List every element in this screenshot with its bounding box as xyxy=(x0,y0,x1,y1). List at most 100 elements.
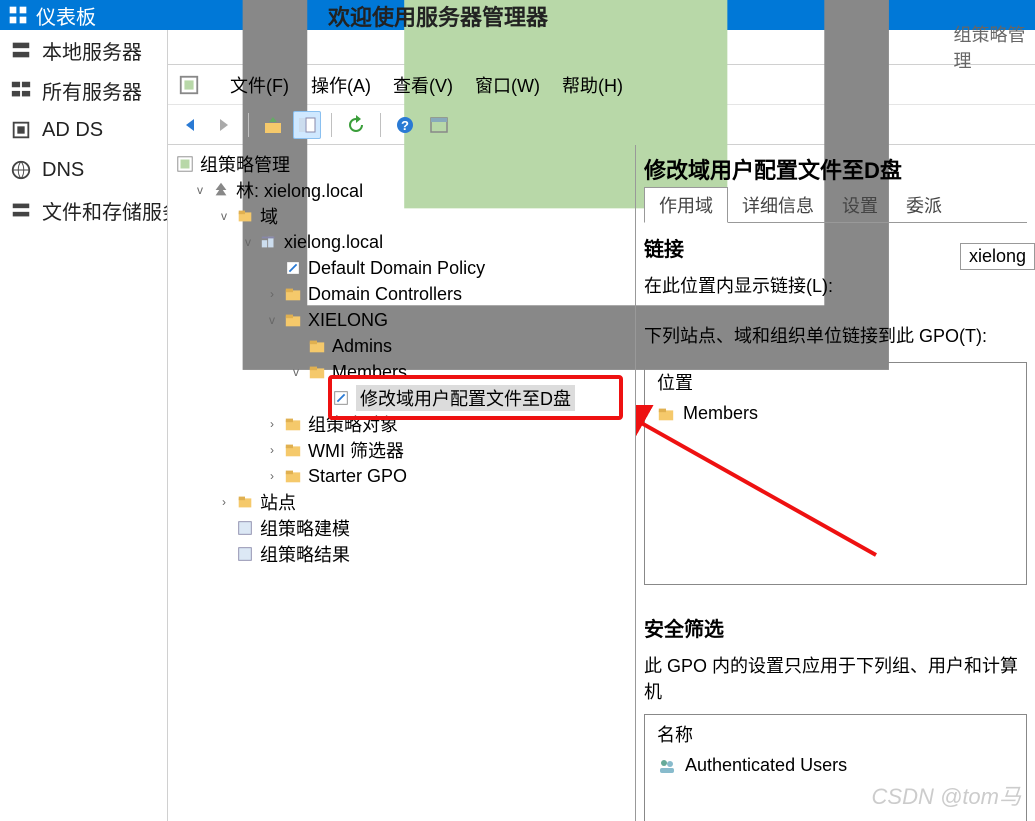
tree-ou-xielong[interactable]: XIELONG xyxy=(308,310,388,331)
ou-icon xyxy=(308,337,326,355)
tree-ou-admins[interactable]: Admins xyxy=(332,336,392,357)
tab-scope[interactable]: 作用域 xyxy=(644,187,728,223)
refresh-icon xyxy=(346,115,366,135)
nav-item-dns[interactable]: DNS xyxy=(0,150,167,190)
spacer xyxy=(288,338,304,354)
window-button[interactable] xyxy=(425,111,453,139)
name-list[interactable]: 名称 Authenticated Users xyxy=(644,714,1027,821)
server-icon xyxy=(10,39,32,61)
show-links-label: 在此位置内显示链接(L): xyxy=(644,272,1027,298)
nav-item-all-servers[interactable]: 所有服务器 xyxy=(0,70,167,110)
dns-icon xyxy=(10,159,32,181)
gpo-link-icon xyxy=(332,389,350,407)
gpmc-icon xyxy=(178,74,200,96)
menu-view[interactable]: 查看(V) xyxy=(393,72,453,98)
tree-starter-gpo[interactable]: Starter GPO xyxy=(308,466,407,487)
expander-icon[interactable]: › xyxy=(264,442,280,458)
tree-view-icon xyxy=(297,115,317,135)
tabs: 作用域 详细信息 设置 委派 xyxy=(644,191,1027,223)
main-pane: 欢迎使用服务器管理器 组策略管理 文件(F) 操作(A) 查看(V) 窗口(W)… xyxy=(168,30,1035,821)
welcome-banner: 欢迎使用服务器管理器 xyxy=(328,0,548,32)
expander-icon[interactable]: › xyxy=(264,468,280,484)
tree-modeling[interactable]: 组策略建模 xyxy=(260,515,350,541)
location-header: 位置 xyxy=(645,363,1026,401)
nav-label: AD DS xyxy=(42,119,103,142)
gpo-link-icon xyxy=(284,259,302,277)
servers-icon xyxy=(10,79,32,101)
tree-results[interactable]: 组策略结果 xyxy=(260,541,350,567)
detail-pane: 修改域用户配置文件至D盘 作用域 详细信息 设置 委派 链接 在此位置内显示链接… xyxy=(636,145,1035,821)
tree-view-button[interactable] xyxy=(293,111,321,139)
folder-icon xyxy=(284,441,302,459)
adds-icon xyxy=(10,119,32,141)
tree-root[interactable]: 组策略管理 xyxy=(200,151,290,177)
results-icon xyxy=(236,545,254,563)
menu-file[interactable]: 文件(F) xyxy=(230,72,289,98)
tree-domains[interactable]: 域 xyxy=(260,203,278,229)
menu-help[interactable]: 帮助(H) xyxy=(562,72,623,98)
tree-domain-controllers[interactable]: Domain Controllers xyxy=(308,284,462,305)
sec-filter-title: 安全筛选 xyxy=(644,613,1027,642)
expander-icon[interactable]: v xyxy=(240,234,256,250)
separator xyxy=(380,113,381,137)
expander-icon[interactable]: v xyxy=(216,208,232,224)
folder-up-icon xyxy=(263,115,283,135)
location-dropdown[interactable]: xielong xyxy=(960,243,1035,270)
tree-sites[interactable]: 站点 xyxy=(260,489,296,515)
folder-icon xyxy=(284,415,302,433)
tree-default-policy[interactable]: Default Domain Policy xyxy=(308,258,485,279)
nav-item-files[interactable]: 文件和存储服务 xyxy=(0,190,167,230)
tab-settings[interactable]: 设置 xyxy=(828,188,892,222)
tree-gpo-selected[interactable]: 修改域用户配置文件至D盘 xyxy=(356,385,575,411)
domain-icon xyxy=(260,233,278,251)
expander-icon[interactable]: › xyxy=(264,286,280,302)
tree-gpo-objects[interactable]: 组策略对象 xyxy=(308,411,398,437)
tree-wmi-filters[interactable]: WMI 筛选器 xyxy=(308,437,404,463)
arrow-left-icon xyxy=(180,115,200,135)
tree-ou-members[interactable]: Members xyxy=(332,362,407,383)
spacer xyxy=(264,260,280,276)
nav-item-adds[interactable]: AD DS xyxy=(0,110,167,150)
menu-window[interactable]: 窗口(W) xyxy=(475,72,540,98)
tree-forest[interactable]: 林: xielong.local xyxy=(236,177,363,203)
nav-label: 本地服务器 xyxy=(42,36,142,65)
detail-title: 修改域用户配置文件至D盘 xyxy=(644,149,1027,191)
help-button[interactable]: ? xyxy=(391,111,419,139)
nav-label: DNS xyxy=(42,159,84,182)
menu-action[interactable]: 操作(A) xyxy=(311,72,371,98)
tree-domain[interactable]: xielong.local xyxy=(284,232,383,253)
expander-icon[interactable]: › xyxy=(216,494,232,510)
ou-icon xyxy=(657,405,675,423)
nav-label: 所有服务器 xyxy=(42,76,142,105)
sites-icon xyxy=(236,493,254,511)
expander-icon[interactable]: v xyxy=(192,182,208,198)
tab-details[interactable]: 详细信息 xyxy=(728,188,828,222)
ou-icon xyxy=(284,285,302,303)
arrow-right-icon xyxy=(214,115,234,135)
up-button[interactable] xyxy=(259,111,287,139)
expander-icon[interactable]: v xyxy=(288,364,304,380)
ou-icon xyxy=(284,311,302,329)
spacer xyxy=(216,520,232,536)
nav-label: 文件和存储服务 xyxy=(42,196,167,225)
left-nav: 本地服务器 所有服务器 AD DS DNS 文件和存储服务 xyxy=(0,30,168,821)
name-header: 名称 xyxy=(645,715,1026,753)
expander-icon[interactable]: › xyxy=(264,416,280,432)
tab-delegation[interactable]: 委派 xyxy=(892,188,956,222)
tree-pane: 组策略管理 v 林: xielong.local v 域 xyxy=(168,145,636,821)
nav-item-local-server[interactable]: 本地服务器 xyxy=(0,30,167,70)
location-row[interactable]: Members xyxy=(645,401,1026,426)
forward-button[interactable] xyxy=(210,111,238,139)
modeling-icon xyxy=(236,519,254,537)
expander-icon[interactable]: v xyxy=(264,312,280,328)
domains-icon xyxy=(236,207,254,225)
location-list[interactable]: 位置 Members xyxy=(644,362,1027,585)
spacer xyxy=(312,390,328,406)
refresh-button[interactable] xyxy=(342,111,370,139)
location-value: Members xyxy=(683,403,758,424)
name-row[interactable]: Authenticated Users xyxy=(645,753,1026,778)
window-title: 组策略管理 xyxy=(954,21,1035,73)
titlebar-label: 仪表板 xyxy=(36,1,96,30)
back-button[interactable] xyxy=(176,111,204,139)
storage-icon xyxy=(10,199,32,221)
